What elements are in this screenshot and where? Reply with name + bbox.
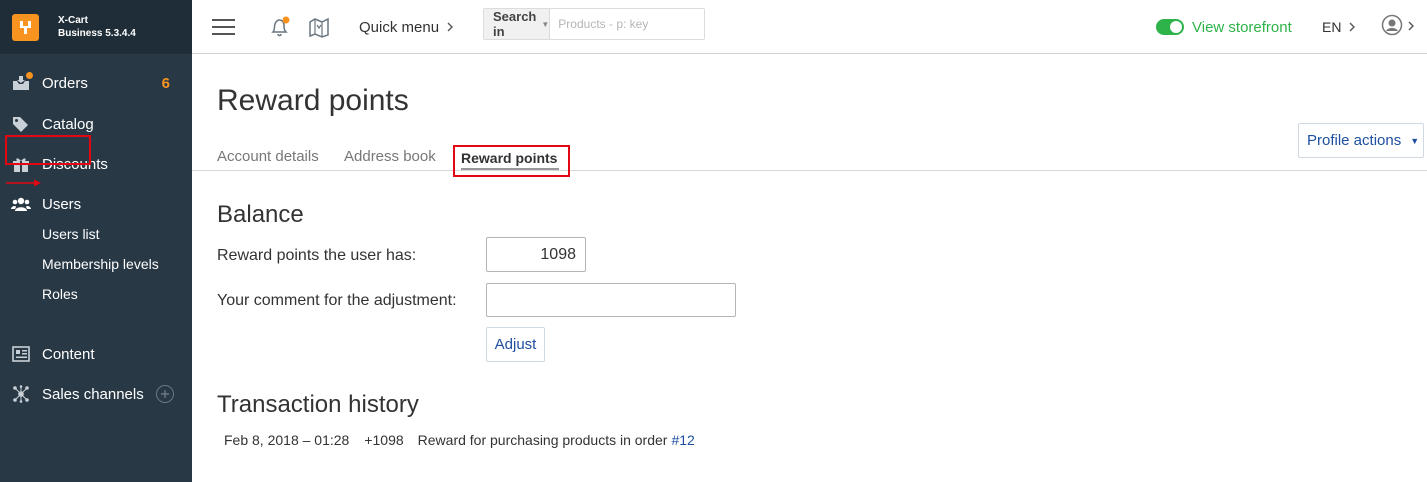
view-storefront-label: View storefront: [1192, 18, 1292, 36]
brand[interactable]: X-Cart Business 5.3.4.4: [0, 0, 192, 54]
orders-notification-dot: [26, 72, 33, 79]
balance-heading: Balance: [217, 201, 304, 228]
chevron-right-icon: [1408, 18, 1414, 36]
orders-count-badge: 6: [161, 74, 170, 92]
bell-icon[interactable]: [269, 0, 291, 54]
profile-actions-button[interactable]: Profile actions ▼: [1298, 123, 1424, 158]
adjustment-comment-input[interactable]: [486, 283, 736, 317]
sidebar-subitem-users-list[interactable]: Users list: [42, 219, 100, 249]
language-selector[interactable]: EN: [1322, 0, 1356, 54]
transaction-date: Feb 8, 2018 – 01:28: [224, 432, 350, 448]
sidebar-item-label: Sales channels: [42, 385, 144, 403]
tab-address-book[interactable]: Address book: [344, 148, 436, 165]
newspaper-icon: [11, 344, 31, 364]
users-highlight-box: [5, 135, 91, 165]
caret-down-icon: ▼: [541, 19, 550, 29]
quick-menu-label: Quick menu: [359, 18, 440, 36]
sidebar-item-label: Content: [42, 345, 95, 363]
transaction-amount: +1098: [364, 432, 404, 448]
search-in-dropdown[interactable]: Search in ▼: [484, 9, 551, 39]
store-map-icon[interactable]: [308, 0, 330, 54]
brand-name: X-Cart: [58, 15, 89, 26]
reward-points-tab-highlight-box: [453, 145, 570, 177]
sidebar-item-label: Catalog: [42, 115, 94, 133]
page-title: Reward points: [217, 84, 409, 117]
sidebar: X-Cart Business 5.3.4.4 Orders 6 Catalog…: [0, 0, 192, 482]
tags-icon: [11, 114, 31, 134]
sidebar-subitem-membership-levels[interactable]: Membership levels: [42, 249, 159, 279]
sidebar-subitem-roles[interactable]: Roles: [42, 279, 78, 309]
tabs-divider: [192, 170, 1427, 171]
adjust-button[interactable]: Adjust: [486, 327, 545, 362]
caret-down-icon: ▼: [1410, 135, 1420, 146]
reward-points-input[interactable]: [486, 237, 586, 272]
sidebar-item-label: Orders: [42, 74, 88, 92]
tab-account-details[interactable]: Account details: [217, 148, 319, 165]
sidebar-item-content[interactable]: Content: [0, 334, 192, 374]
red-arrow-pointer-icon: [6, 179, 41, 187]
xcart-logo-icon: [12, 13, 39, 41]
profile-actions-label: Profile actions: [1307, 132, 1402, 149]
users-icon: [11, 194, 31, 214]
search-bar: Search in ▼: [483, 8, 714, 40]
hamburger-menu-icon[interactable]: [212, 0, 235, 54]
brand-edition: Business 5.3.4.4: [58, 28, 136, 39]
sidebar-item-users[interactable]: Users: [0, 184, 192, 224]
search-in-label: Search in: [493, 9, 537, 39]
order-link[interactable]: #12: [671, 432, 694, 448]
account-menu[interactable]: [1381, 0, 1414, 54]
transaction-history-heading: Transaction history: [217, 391, 419, 418]
network-icon: [11, 384, 31, 404]
user-avatar-icon: [1381, 14, 1403, 41]
chevron-right-icon: [1349, 19, 1356, 35]
add-channel-icon[interactable]: [156, 385, 174, 403]
transaction-description: Reward for purchasing products in order: [417, 432, 668, 448]
comment-label: Your comment for the adjustment:: [217, 292, 457, 309]
storefront-toggle[interactable]: [1156, 19, 1184, 35]
view-storefront-link[interactable]: View storefront: [1156, 0, 1292, 54]
chevron-right-icon: [447, 19, 454, 36]
search-input[interactable]: [550, 9, 714, 39]
top-header: Quick menu Search in ▼ View storefront E…: [192, 0, 1427, 54]
sidebar-item-sales-channels[interactable]: Sales channels: [0, 374, 192, 414]
sidebar-item-label: Users: [42, 195, 82, 213]
language-label: EN: [1322, 19, 1342, 35]
transaction-row: Feb 8, 2018 – 01:28 +1098 Reward for pur…: [224, 432, 695, 448]
quick-menu-button[interactable]: Quick menu: [359, 0, 454, 54]
sidebar-item-orders[interactable]: Orders 6: [0, 63, 192, 103]
orders-icon: [11, 72, 33, 93]
points-label: Reward points the user has:: [217, 247, 417, 264]
